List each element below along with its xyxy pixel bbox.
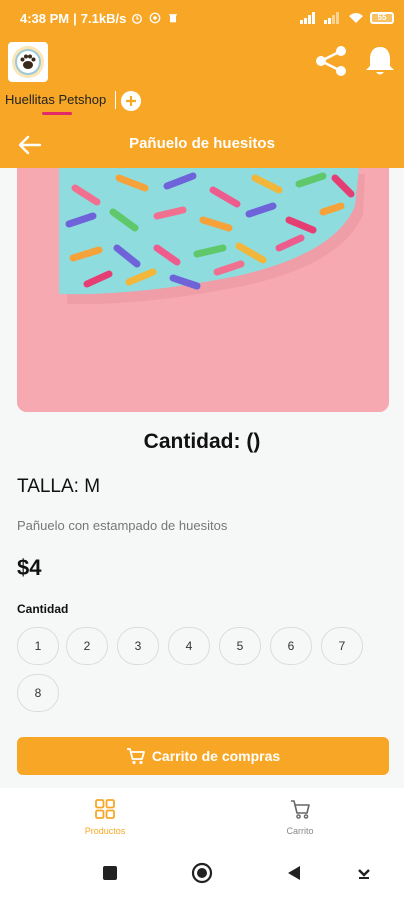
back-button[interactable] [283, 862, 305, 884]
trash-icon [169, 14, 178, 23]
quantity-option-5[interactable]: 5 [219, 627, 261, 665]
battery-icon: 55 [370, 12, 394, 24]
home-button[interactable] [191, 862, 213, 884]
tab-divider [115, 91, 116, 109]
store-tab-bar: Huellitas Petshop [0, 86, 404, 122]
quantity-option-8[interactable]: 8 [17, 674, 59, 712]
product-image [17, 168, 389, 412]
status-speed: 7.1kB/s [80, 10, 127, 26]
plus-icon [126, 96, 136, 106]
signal-icon-2 [324, 12, 339, 24]
signal-icon [300, 12, 315, 24]
cart-outline-icon [291, 800, 310, 819]
quantity-label: Cantidad [17, 602, 69, 616]
tab-huellitas-petshop[interactable]: Huellitas Petshop [5, 92, 106, 107]
bell-icon[interactable] [362, 44, 398, 78]
bandana-photo [17, 168, 389, 412]
product-price: $4 [17, 555, 42, 580]
nav-carrito[interactable]: Carrito [265, 798, 335, 836]
nav-productos-label: Productos [84, 826, 126, 836]
home-circle-icon [191, 862, 213, 884]
add-to-cart-button[interactable]: Carrito de compras [17, 737, 389, 775]
square-icon [103, 866, 117, 880]
store-logo[interactable] [8, 42, 48, 82]
recents-button[interactable] [99, 862, 121, 884]
nav-carrito-label: Carrito [286, 826, 314, 836]
status-time: 4:38 PM [20, 10, 70, 26]
wifi-icon [349, 13, 363, 23]
cart-button-label: Carrito de compras [151, 748, 281, 764]
back-triangle-icon [288, 866, 300, 880]
size-label: TALLA: M [17, 476, 101, 497]
quantity-option-3[interactable]: 3 [117, 627, 159, 665]
page-title: Pañuelo de huesitos [129, 135, 275, 152]
quantity-option-2[interactable]: 2 [66, 627, 108, 665]
alarm-icon [132, 13, 143, 24]
nav-productos[interactable]: Productos [70, 798, 140, 836]
paw-logo-icon [12, 46, 44, 78]
hide-nav-button[interactable] [353, 862, 375, 884]
title-bar: Pañuelo de huesitos [0, 122, 404, 168]
quantity-heading: Cantidad: () [143, 430, 261, 453]
product-description: Pañuelo con estampado de huesitos [17, 518, 228, 533]
quantity-option-1[interactable]: 1 [17, 627, 59, 665]
system-navigation-bar [0, 848, 404, 900]
share-icon[interactable] [312, 44, 350, 78]
bottom-navigation: Productos Carrito [0, 788, 404, 848]
chevron-down-icon [358, 869, 370, 879]
whatsapp-icon [149, 12, 161, 24]
quantity-option-4[interactable]: 4 [168, 627, 210, 665]
quantity-option-7[interactable]: 7 [321, 627, 363, 665]
status-bar: 4:38 PM | 7.1kB/s 55 [0, 0, 404, 36]
cart-icon [126, 748, 145, 765]
active-tab-indicator [42, 112, 72, 115]
app-header [0, 36, 404, 86]
quantity-option-6[interactable]: 6 [270, 627, 312, 665]
add-store-button[interactable] [121, 91, 141, 111]
grid-icon [95, 799, 115, 819]
